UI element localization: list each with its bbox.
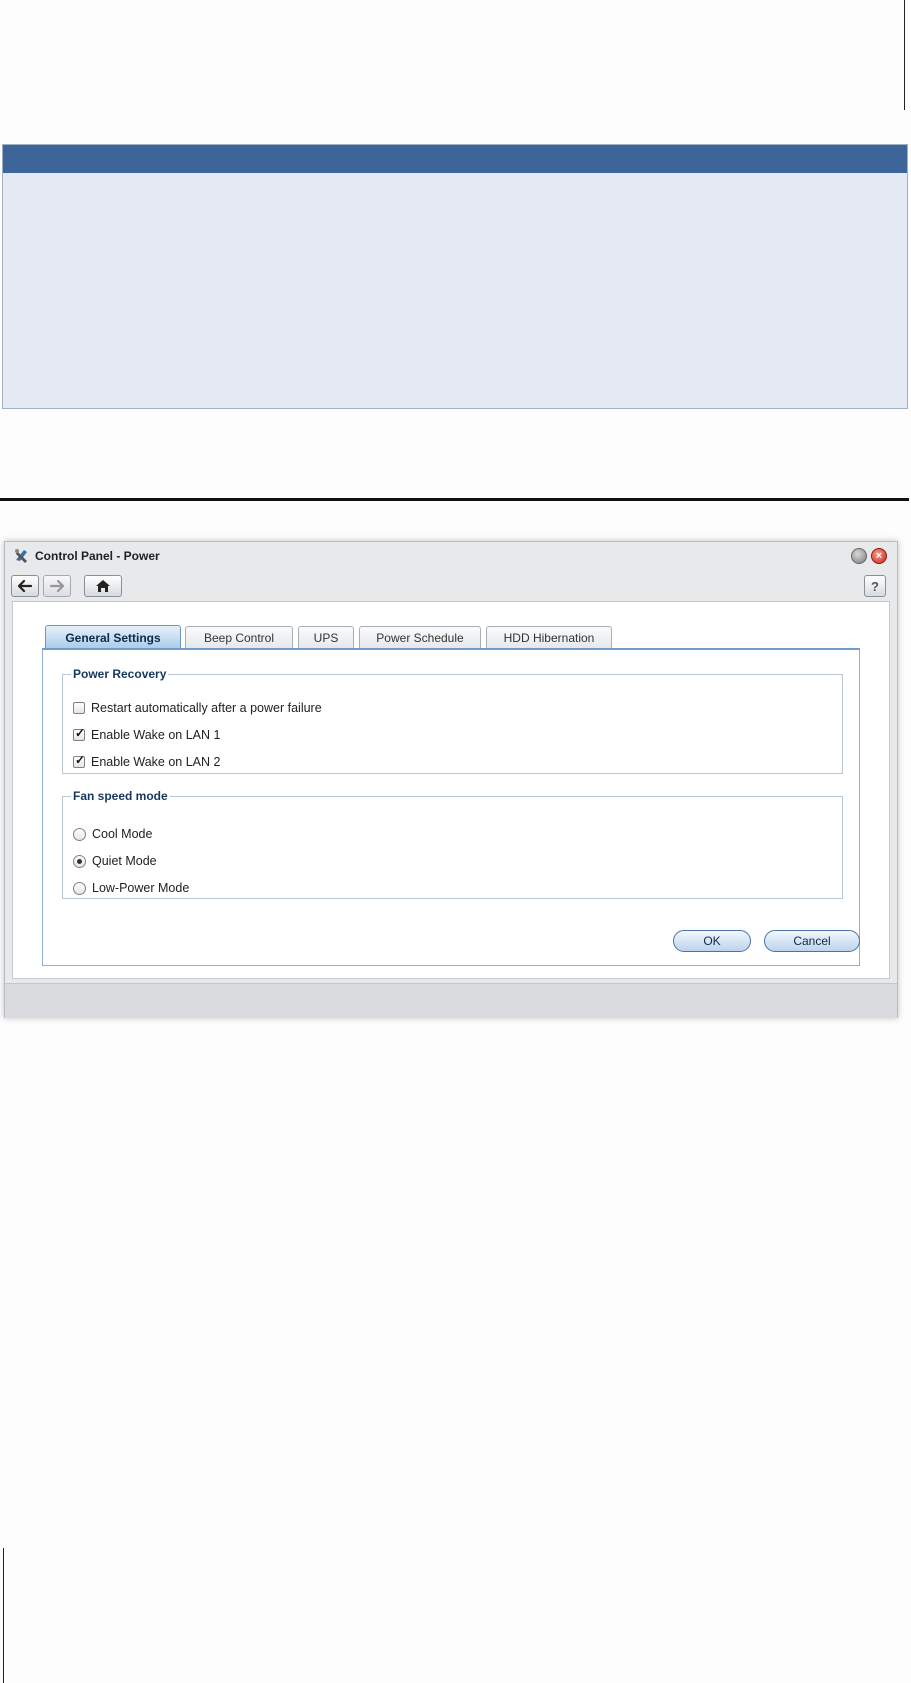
close-button[interactable]: × [871,548,887,564]
checkmark-icon: ✓ [75,726,86,740]
cool-mode-radio[interactable] [73,827,86,841]
wake-on-lan-1-checkbox[interactable]: ✓ [73,726,86,741]
back-button[interactable] [11,575,39,597]
restart-after-power-failure-checkbox[interactable] [73,702,85,714]
low-power-mode-option[interactable]: Low-Power Mode [73,879,189,897]
help-button[interactable]: ? [864,575,886,597]
note-box [2,144,908,409]
status-bar [5,983,897,1018]
section-divider [0,498,909,501]
power-recovery-group: Power Recovery Restart automatically aft… [62,667,843,774]
checkmark-icon: ✓ [75,753,86,767]
tab-general-settings[interactable]: General Settings [45,625,181,649]
control-panel-window: Control Panel - Power × ? General Settin… [4,541,898,1018]
power-recovery-legend: Power Recovery [73,667,167,681]
home-icon [96,580,110,592]
restart-after-power-failure-label: Restart automatically after a power fail… [91,701,322,715]
restart-after-power-failure-option[interactable]: Restart automatically after a power fail… [73,699,322,717]
quiet-mode-option[interactable]: Quiet Mode [73,852,157,870]
wake-on-lan-2-label: Enable Wake on LAN 2 [91,755,221,769]
wake-on-lan-2-checkbox[interactable]: ✓ [73,753,86,768]
control-panel-icon [15,549,27,563]
ok-button[interactable]: OK [673,930,751,952]
cool-mode-option[interactable]: Cool Mode [73,825,152,843]
arrow-right-icon [50,580,64,592]
general-settings-panel: Power Recovery Restart automatically aft… [42,648,860,966]
low-power-mode-label: Low-Power Mode [92,881,190,895]
quiet-mode-radio[interactable] [73,854,86,868]
note-box-header [3,145,907,173]
minimize-button[interactable] [851,548,867,564]
wake-on-lan-1-option[interactable]: ✓ Enable Wake on LAN 1 [73,726,220,744]
window-title: Control Panel - Power [35,549,160,563]
forward-button[interactable] [43,575,71,597]
tab-beep-control[interactable]: Beep Control [185,626,293,648]
toolbar: ? [5,572,897,600]
page-margin-line [904,0,905,110]
tab-hdd-hibernation[interactable]: HDD Hibernation [486,626,612,648]
low-power-mode-radio[interactable] [73,881,86,895]
quiet-mode-label: Quiet Mode [92,854,157,868]
tab-ups[interactable]: UPS [298,626,354,648]
title-bar[interactable]: Control Panel - Power × [5,542,897,572]
fan-speed-mode-group: Fan speed mode Cool Mode Quiet Mode Low-… [62,789,843,899]
wake-on-lan-1-label: Enable Wake on LAN 1 [91,728,221,742]
tab-power-schedule[interactable]: Power Schedule [359,626,481,648]
arrow-left-icon [18,580,32,592]
fan-speed-mode-legend: Fan speed mode [73,789,168,803]
cool-mode-label: Cool Mode [92,827,153,841]
home-button[interactable] [84,575,122,597]
wake-on-lan-2-option[interactable]: ✓ Enable Wake on LAN 2 [73,753,220,771]
content-area: General Settings Beep Control UPS Power … [12,601,890,979]
page-margin-line-bottom [3,1548,4,1683]
cancel-button[interactable]: Cancel [764,930,860,952]
